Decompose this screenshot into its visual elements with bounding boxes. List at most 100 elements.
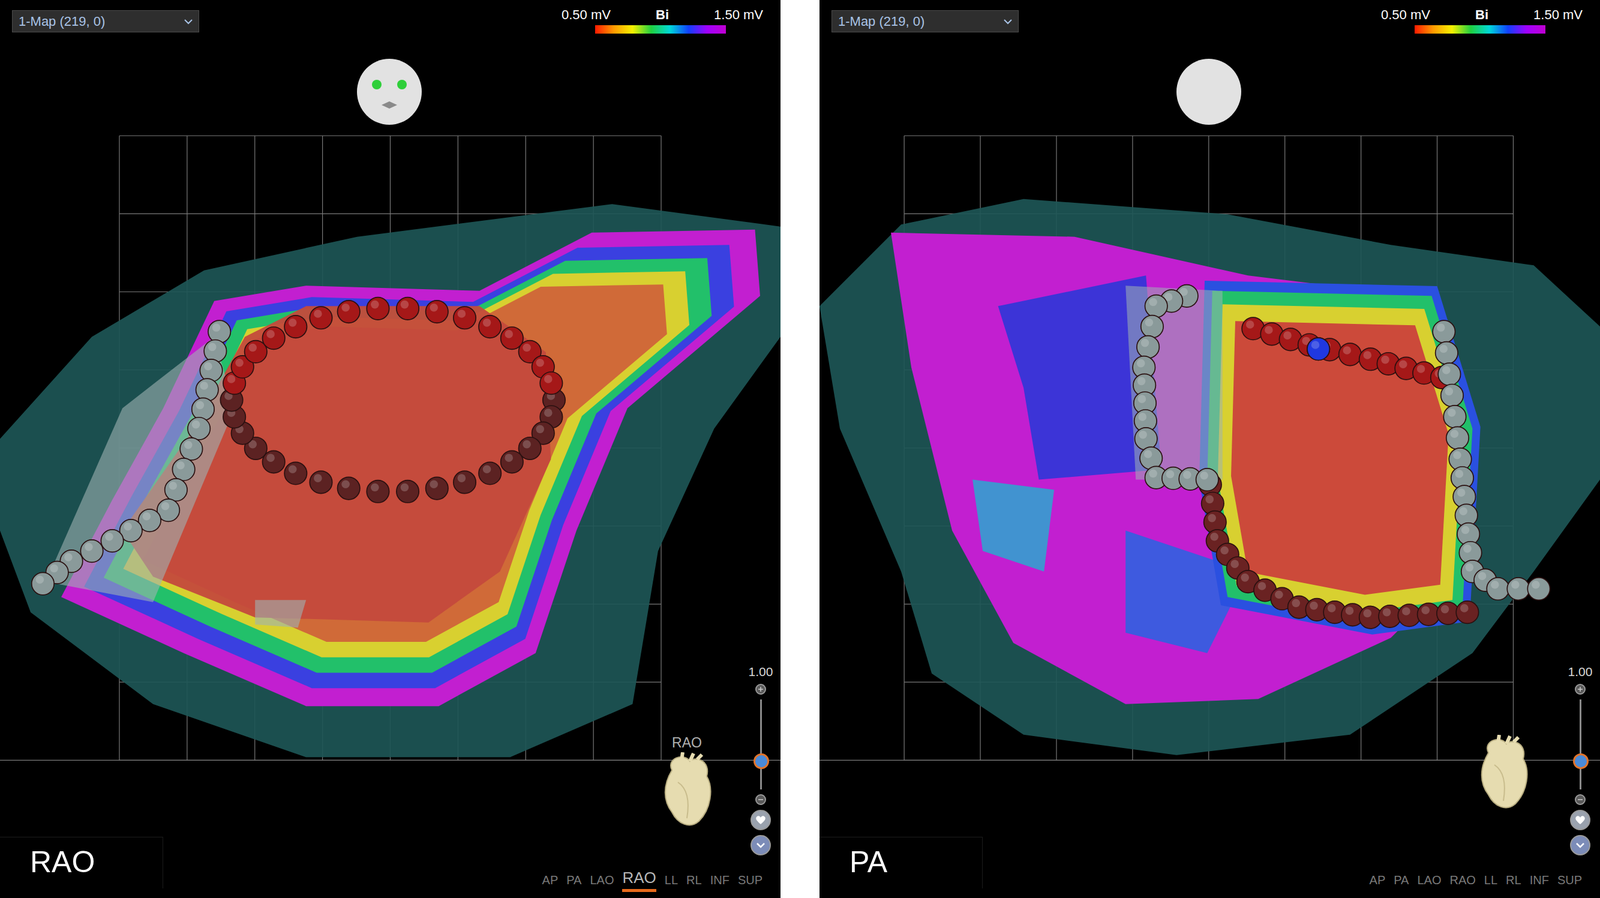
minus-icon xyxy=(1577,796,1584,803)
ablation-dot xyxy=(337,476,360,500)
view-label: PA xyxy=(819,836,983,889)
orientation-indicator: RAO xyxy=(653,734,720,831)
ablation-dot xyxy=(309,306,332,329)
view-button[interactable]: RL xyxy=(1505,873,1522,893)
ablation-dot xyxy=(1339,343,1362,366)
view-button[interactable]: LL xyxy=(1484,873,1498,893)
voltage-scale: 0.50 mVBi1.50 mV xyxy=(1381,7,1583,34)
view-button[interactable]: AP xyxy=(542,873,559,893)
heart-orientation-icon xyxy=(1470,734,1537,813)
ablation-dot xyxy=(1307,337,1330,360)
head-front-icon xyxy=(355,58,423,126)
plus-icon xyxy=(1577,686,1584,693)
map-viewport[interactable]: 1-Map (219, 0) 0.50 mVBi1.50 mV RAO 1.00 AP P… xyxy=(0,0,781,898)
voltage-patch xyxy=(254,599,306,628)
zoom-knob[interactable] xyxy=(753,753,770,770)
ablation-dot xyxy=(366,297,389,320)
map-viewport[interactable]: 1-Map (219, 0) 0.50 mVBi1.50 mV 1.00 AP PA LA… xyxy=(819,0,1600,898)
zoom-in-button[interactable] xyxy=(1574,683,1586,695)
voltage-region xyxy=(1207,290,1473,625)
chamber-shell xyxy=(819,199,1600,756)
ablation-dot xyxy=(1196,468,1219,491)
expand-button[interactable] xyxy=(750,835,771,856)
ablation-dot xyxy=(453,470,476,494)
ablation-dot xyxy=(396,297,419,320)
scale-label: Bi xyxy=(1475,7,1489,23)
minus-icon xyxy=(757,796,764,803)
ablation-dot xyxy=(1443,405,1466,428)
view-button[interactable]: RL xyxy=(686,873,702,893)
voltage-map[interactable] xyxy=(819,0,1600,898)
zoom-out-button[interactable] xyxy=(755,794,767,806)
zoom-slider[interactable] xyxy=(760,699,762,790)
ablation-dot xyxy=(1145,295,1168,318)
ablation-dot xyxy=(1438,362,1461,386)
scar-patch xyxy=(1125,285,1223,480)
ablation-dot xyxy=(539,371,563,395)
view-button[interactable]: RAO xyxy=(622,868,656,893)
view-button[interactable]: SUP xyxy=(1557,873,1583,893)
view-button[interactable]: LAO xyxy=(1417,873,1442,893)
ablation-dot xyxy=(1141,315,1164,338)
view-button[interactable]: INF xyxy=(710,873,730,893)
map-selector[interactable]: 1-Map (219, 0) xyxy=(831,10,1019,33)
ablation-dot xyxy=(1507,577,1530,600)
view-button[interactable]: AP xyxy=(1369,873,1386,893)
ablation-dot xyxy=(179,437,203,461)
ablation-dot xyxy=(1307,337,1330,360)
voltage-map[interactable] xyxy=(0,0,781,898)
orientation-indicator xyxy=(1470,734,1537,813)
zoom-control[interactable]: 1.00 xyxy=(1562,664,1599,856)
chamber-shell xyxy=(0,203,781,758)
voltage-scale: 0.50 mVBi1.50 mV xyxy=(561,7,764,34)
reset-view-button[interactable] xyxy=(1570,809,1591,831)
scale-min: 0.50 mV xyxy=(561,7,611,23)
heart-icon xyxy=(1574,815,1586,825)
voltage-patch xyxy=(122,305,551,623)
view-button[interactable]: PA xyxy=(1393,873,1409,893)
ablation-dot xyxy=(100,529,123,552)
ablation-dot xyxy=(196,378,219,401)
reset-view-button[interactable] xyxy=(750,809,771,831)
zoom-out-button[interactable] xyxy=(1574,794,1586,806)
zoom-in-button[interactable] xyxy=(755,683,767,695)
view-label: RAO xyxy=(0,836,164,889)
view-button[interactable]: RAO xyxy=(1449,873,1476,893)
voltage-patch xyxy=(46,336,236,602)
view-buttons: AP PA LAO RAO LL RL INF SUP xyxy=(542,868,763,893)
ablation-dot xyxy=(1435,341,1458,365)
heart-icon xyxy=(755,815,767,825)
expand-button[interactable] xyxy=(1570,835,1591,856)
ablation-dot xyxy=(284,315,307,338)
ablation-dot xyxy=(337,300,360,323)
zoom-knob[interactable] xyxy=(1573,753,1589,770)
ablation-dot xyxy=(1486,577,1509,600)
ablation-dot xyxy=(1441,383,1464,407)
view-button[interactable]: LAO xyxy=(589,873,614,893)
voltage-region xyxy=(1217,304,1463,612)
voltage-patch xyxy=(972,479,1055,572)
ablation-dot xyxy=(262,326,285,350)
orientation-label: RAO xyxy=(671,734,702,752)
view-button[interactable]: SUP xyxy=(737,873,763,893)
ablation-dot xyxy=(284,461,307,485)
chevron-icon xyxy=(755,841,766,849)
ablation-dot xyxy=(203,339,227,362)
map-selector[interactable]: 1-Map (219, 0) xyxy=(11,10,200,33)
ablation-dot xyxy=(1136,335,1160,359)
grid xyxy=(819,135,1600,761)
head-back-icon xyxy=(1175,58,1243,126)
ablation-dot xyxy=(1456,601,1479,624)
view-button[interactable]: LL xyxy=(664,873,678,893)
ablation-dot xyxy=(1135,427,1158,450)
scale-max: 1.50 mV xyxy=(713,7,764,23)
zoom-control[interactable]: 1.00 xyxy=(742,664,779,856)
ablation-dot xyxy=(164,478,188,501)
view-button[interactable]: PA xyxy=(566,873,582,893)
zoom-slider[interactable] xyxy=(1579,699,1582,790)
voltage-region xyxy=(83,244,734,689)
scale-bar xyxy=(1414,25,1546,34)
ablation-dot xyxy=(199,359,222,382)
chevron-icon xyxy=(1575,841,1586,849)
view-button[interactable]: INF xyxy=(1529,873,1550,893)
